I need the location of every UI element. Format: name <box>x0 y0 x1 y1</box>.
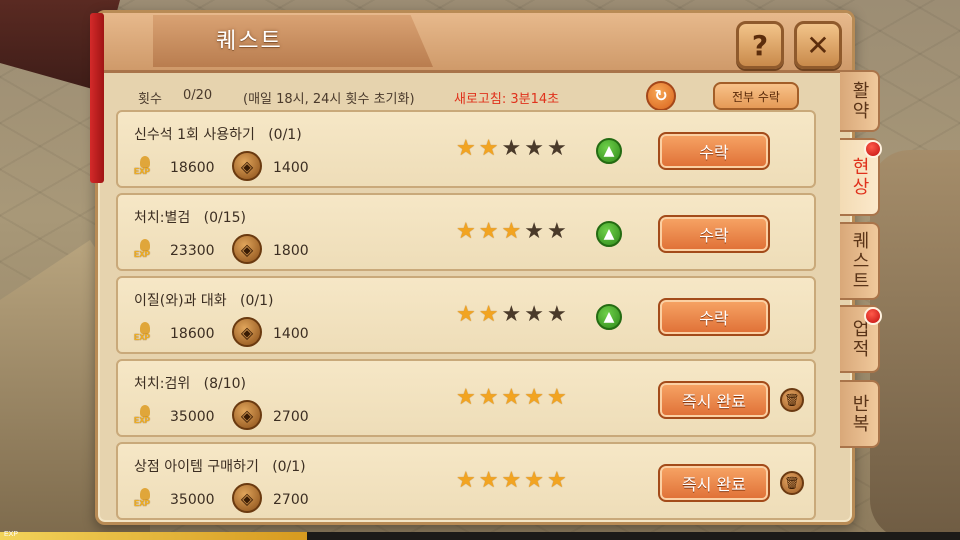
close-button[interactable]: ✕ <box>794 21 842 69</box>
background-rock <box>870 150 960 540</box>
panel-header: 퀘스트 ? ✕ <box>98 13 852 73</box>
quest-row: 상점 아이템 구매하기 (0/1) EXP 35000 ◈ 2700 ★ ★ ★ ★ ★… <box>116 442 816 520</box>
star-icon: ★ <box>546 136 567 161</box>
gold-coin-icon: ◈ <box>232 234 262 264</box>
count-value: 0/20 <box>183 88 213 103</box>
quest-info-row: 횟수 0/20 (매일 18시, 24시 횟수 초기화) 새로고침: 3분14초… <box>138 81 838 111</box>
difficulty-stars: ★ ★ ★ ★ ★ <box>456 221 567 245</box>
side-tab[interactable]: 활약 <box>840 70 880 132</box>
star-icon: ★ <box>546 302 567 327</box>
difficulty-stars: ★ ★ ★ ★ ★ <box>456 387 567 411</box>
gold-reward: 1400 <box>273 160 309 176</box>
quest-panel: 퀘스트 ? ✕ 횟수 0/20 (매일 18시, 24시 횟수 초기화) 새로고… <box>90 10 855 525</box>
refresh-button[interactable]: ↻ <box>646 81 676 111</box>
star-icon: ★ <box>478 468 499 493</box>
quest-row: 신수석 1회 사용하기 (0/1) EXP 18600 ◈ 1400 ★ ★ ★ ★ ★… <box>116 110 816 188</box>
side-tab[interactable]: 반복 <box>840 380 880 448</box>
star-icon: ★ <box>524 302 544 327</box>
gold-reward: 2700 <box>273 409 309 425</box>
star-icon: ★ <box>501 468 522 493</box>
refresh-icon: ↻ <box>654 86 668 105</box>
exp-icon: EXP <box>132 239 158 261</box>
star-icon: ★ <box>478 136 499 161</box>
quest-title: 처치:별검 (0/15) <box>134 210 246 226</box>
difficulty-stars: ★ ★ ★ ★ ★ <box>456 138 567 162</box>
title-plate <box>153 15 433 67</box>
count-label: 횟수 <box>138 92 162 107</box>
notification-badge <box>864 140 882 158</box>
gold-reward: 2700 <box>273 492 309 508</box>
star-icon: ★ <box>478 302 499 327</box>
exp-reward: 35000 <box>170 409 215 425</box>
exp-bar: EXP <box>0 531 960 540</box>
quest-list[interactable]: 신수석 1회 사용하기 (0/1) EXP 18600 ◈ 1400 ★ ★ ★ ★ ★… <box>116 110 828 520</box>
exp-bar-label: EXP <box>4 531 19 538</box>
star-icon: ★ <box>524 136 544 161</box>
star-icon: ★ <box>546 385 567 410</box>
quest-title: 이질(와)과 대화 (0/1) <box>134 293 274 309</box>
question-mark-icon: ? <box>751 28 769 62</box>
star-icon: ★ <box>546 468 567 493</box>
difficulty-stars: ★ ★ ★ ★ ★ <box>456 470 567 494</box>
quest-action-button[interactable]: 즉시 완료 <box>658 381 770 419</box>
gold-reward: 1800 <box>273 243 309 259</box>
quest-title: 상점 아이템 구매하기 (0/1) <box>134 459 306 475</box>
star-icon: ★ <box>524 219 544 244</box>
gold-coin-icon: ◈ <box>232 151 262 181</box>
exp-bar-fill <box>0 532 308 540</box>
quest-row: 처치:검위 (8/10) EXP 35000 ◈ 2700 ★ ★ ★ ★ ★ 즉시 완… <box>116 359 816 437</box>
notification-badge <box>864 307 882 325</box>
star-icon: ★ <box>546 219 567 244</box>
quest-action-button[interactable]: 즉시 완료 <box>658 464 770 502</box>
quest-title: 신수석 1회 사용하기 (0/1) <box>134 127 302 143</box>
exp-reward: 18600 <box>170 326 215 342</box>
side-tab[interactable]: 퀘스트 <box>840 222 880 300</box>
star-icon: ★ <box>478 219 499 244</box>
star-icon: ★ <box>501 302 522 327</box>
star-icon: ★ <box>456 136 476 161</box>
exp-icon: EXP <box>132 488 158 510</box>
gold-coin-icon: ◈ <box>232 483 262 513</box>
trash-icon[interactable]: 🗑 <box>780 471 804 495</box>
exp-icon: EXP <box>132 405 158 427</box>
quest-action-button[interactable]: 수락 <box>658 298 770 336</box>
quest-row: 이질(와)과 대화 (0/1) EXP 18600 ◈ 1400 ★ ★ ★ ★ ★ ▲… <box>116 276 816 354</box>
panel-title: 퀘스트 <box>216 29 283 54</box>
gold-coin-icon: ◈ <box>232 317 262 347</box>
gold-coin-icon: ◈ <box>232 400 262 430</box>
star-icon: ★ <box>478 385 499 410</box>
exp-icon: EXP <box>132 322 158 344</box>
help-button[interactable]: ? <box>736 21 784 69</box>
exp-reward: 35000 <box>170 492 215 508</box>
star-icon: ★ <box>501 136 522 161</box>
quest-row: 처치:별검 (0/15) EXP 23300 ◈ 1800 ★ ★ ★ ★ ★ ▲ 수락 <box>116 193 816 271</box>
upgrade-arrow-icon[interactable]: ▲ <box>596 221 622 247</box>
exp-reward: 18600 <box>170 160 215 176</box>
gold-reward: 1400 <box>273 326 309 342</box>
star-icon: ★ <box>501 219 522 244</box>
trash-icon[interactable]: 🗑 <box>780 388 804 412</box>
reset-note: (매일 18시, 24시 횟수 초기화) <box>243 92 415 107</box>
close-x-icon: ✕ <box>806 28 830 62</box>
quest-title: 처치:검위 (8/10) <box>134 376 246 392</box>
quest-action-button[interactable]: 수락 <box>658 215 770 253</box>
upgrade-arrow-icon[interactable]: ▲ <box>596 138 622 164</box>
exp-icon: EXP <box>132 156 158 178</box>
star-icon: ★ <box>524 385 544 410</box>
star-icon: ★ <box>456 385 476 410</box>
refresh-timer: 새로고침: 3분14초 <box>454 92 560 107</box>
exp-reward: 23300 <box>170 243 215 259</box>
star-icon: ★ <box>456 219 476 244</box>
quest-action-button[interactable]: 수락 <box>658 132 770 170</box>
star-icon: ★ <box>524 468 544 493</box>
star-icon: ★ <box>456 468 476 493</box>
star-icon: ★ <box>456 302 476 327</box>
difficulty-stars: ★ ★ ★ ★ ★ <box>456 304 567 328</box>
claim-all-button[interactable]: 전부 수락 <box>713 82 799 110</box>
star-icon: ★ <box>501 385 522 410</box>
decorative-ribbon <box>90 13 104 183</box>
upgrade-arrow-icon[interactable]: ▲ <box>596 304 622 330</box>
